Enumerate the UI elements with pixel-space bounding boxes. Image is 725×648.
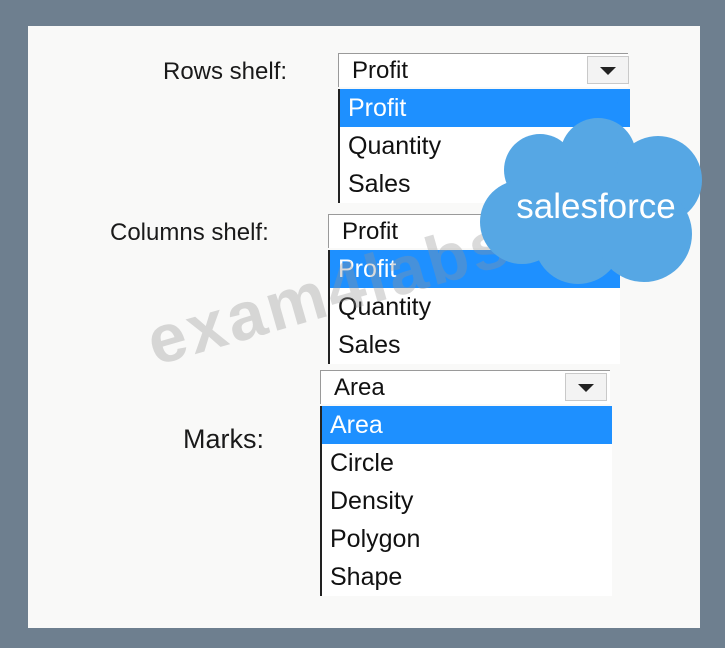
rows-shelf-selected-value: Profit <box>352 57 409 84</box>
columns-shelf-options: Profit Quantity Sales <box>328 250 620 364</box>
chevron-down-icon[interactable] <box>565 373 607 401</box>
rows-shelf-options: Profit Quantity Sales <box>338 89 630 203</box>
marks-options: Area Circle Density Polygon Shape <box>320 406 612 596</box>
rows-option-sales[interactable]: Sales <box>340 165 630 203</box>
rows-option-quantity[interactable]: Quantity <box>340 127 630 165</box>
columns-option-quantity[interactable]: Quantity <box>330 288 620 326</box>
marks-label: Marks: <box>183 424 264 454</box>
columns-shelf-dropdown[interactable]: Profit <box>328 214 618 248</box>
columns-option-sales[interactable]: Sales <box>330 326 620 364</box>
chevron-down-icon[interactable] <box>587 56 629 84</box>
marks-option-shape[interactable]: Shape <box>322 558 612 596</box>
rows-shelf-label: Rows shelf: <box>163 58 288 85</box>
columns-option-profit[interactable]: Profit <box>330 250 620 288</box>
rows-shelf-dropdown[interactable]: Profit <box>338 53 629 87</box>
columns-shelf-label: Columns shelf: <box>110 219 269 246</box>
marks-option-area[interactable]: Area <box>322 406 612 444</box>
columns-shelf-selected-value: Profit <box>342 218 399 245</box>
question-panel: Rows shelf: Profit Profit Quantity Sales… <box>28 26 700 628</box>
marks-selected-value: Area <box>334 374 385 401</box>
marks-option-circle[interactable]: Circle <box>322 444 612 482</box>
marks-option-polygon[interactable]: Polygon <box>322 520 612 558</box>
marks-dropdown[interactable]: Area <box>320 370 610 404</box>
rows-option-profit[interactable]: Profit <box>340 89 630 127</box>
marks-option-density[interactable]: Density <box>322 482 612 520</box>
